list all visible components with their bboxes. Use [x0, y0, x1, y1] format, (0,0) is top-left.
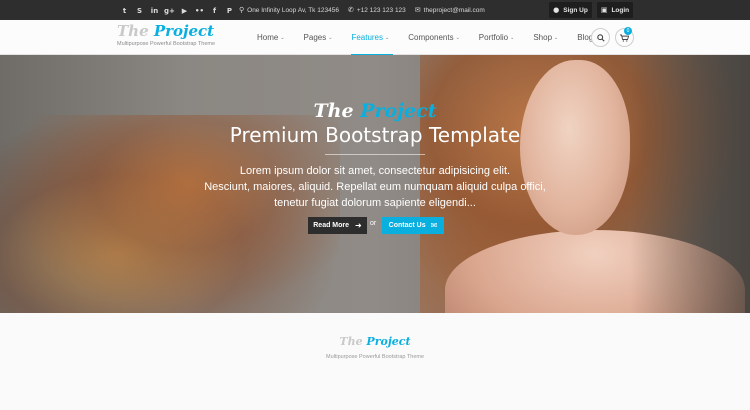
cart-count-badge: 0 — [624, 27, 632, 35]
user-icon: ● — [553, 6, 560, 14]
site-logo[interactable]: The Project — [117, 23, 214, 40]
contact-us-button[interactable]: Contact Us ✉ — [382, 217, 444, 234]
hero-brand-word-1: The — [313, 100, 354, 122]
chevron-down-icon: ⌄ — [510, 34, 515, 41]
top-bar: t S in g+ ▶ •• f P ⚲ One Infinity Loop A… — [0, 0, 750, 20]
main-nav: Home ⌄ Pages ⌄ Features ⌄ Components ⌄ Portf… — [257, 20, 618, 55]
footer-logo[interactable]: The Project — [0, 335, 750, 348]
social-links: t S in g+ ▶ •• f P — [118, 4, 236, 17]
read-more-label: Read More — [313, 222, 350, 229]
hero-text-line: tenetur fugiat dolorum sapiente eligendi… — [274, 197, 476, 209]
contact-us-label: Contact Us — [388, 222, 426, 229]
nav-item-home[interactable]: Home ⌄ — [257, 20, 285, 55]
nav-item-portfolio[interactable]: Portfolio ⌄ — [479, 20, 515, 55]
nav-label: Portfolio — [478, 33, 509, 42]
skype-icon[interactable]: S — [133, 4, 146, 17]
chevron-down-icon: ⌄ — [455, 34, 460, 41]
chevron-down-icon: ⌄ — [554, 34, 559, 41]
hero-text: Lorem ipsum dolor sit amet, consectetur … — [190, 163, 560, 211]
nav-label: Home — [257, 33, 279, 42]
phone-item: ✆ +12 123 123 123 — [348, 6, 406, 14]
nav-label: Pages — [303, 33, 327, 42]
address-item: ⚲ One Infinity Loop Av, Tk 123456 — [239, 6, 339, 14]
phone-icon: ✆ — [347, 6, 354, 14]
chevron-down-icon: ⌄ — [328, 34, 333, 41]
hero-text-line: Nesciunt, maiores, aliquid. Repellat eum… — [204, 181, 546, 193]
hero-brand: The Project — [0, 100, 750, 122]
hero-shade — [630, 55, 750, 313]
nav-item-pages[interactable]: Pages ⌄ — [304, 20, 333, 55]
sign-up-button[interactable]: ● Sign Up — [549, 2, 592, 18]
search-button[interactable] — [591, 28, 610, 47]
nav-item-components[interactable]: Components ⌄ — [408, 20, 460, 55]
sign-up-label: Sign Up — [563, 6, 588, 14]
youtube-icon[interactable]: ▶ — [178, 4, 191, 17]
footer-logo-word-1: The — [339, 335, 363, 348]
arrow-right-icon: ➜ — [355, 221, 362, 230]
envelope-icon: ✉ — [414, 6, 421, 14]
footer-tagline: Multipurpose Powerful Bootstrap Theme — [325, 354, 425, 360]
logo-word-1: The — [117, 22, 149, 40]
nav-label: Features — [351, 33, 384, 42]
googleplus-icon[interactable]: g+ — [163, 4, 176, 17]
nav-item-features[interactable]: Features ⌄ — [351, 20, 393, 55]
hero-slider: The Project Premium Bootstrap Template L… — [0, 55, 750, 313]
chevron-down-icon: ⌄ — [280, 34, 285, 41]
search-icon — [596, 33, 605, 42]
twitter-icon[interactable]: t — [118, 4, 131, 17]
pinterest-icon[interactable]: P — [223, 4, 236, 17]
email-text[interactable]: theproject@mail.com — [424, 7, 485, 14]
hero-title: Premium Bootstrap Template — [229, 123, 521, 147]
envelope-icon: ✉ — [430, 221, 438, 230]
read-more-button[interactable]: Read More ➜ — [308, 217, 367, 234]
contact-info: ⚲ One Infinity Loop Av, Tk 123456 ✆ +12 … — [239, 0, 494, 20]
flickr-icon[interactable]: •• — [193, 4, 206, 17]
nav-label: Components — [408, 33, 454, 42]
address-text: One Infinity Loop Av, Tk 123456 — [247, 6, 339, 14]
hero-brand-word-2: Project — [360, 100, 437, 122]
linkedin-icon[interactable]: in — [148, 4, 161, 17]
footer-logo-word-2: Project — [366, 335, 411, 348]
hero-text-line: Lorem ipsum dolor sit amet, consectetur … — [239, 165, 511, 177]
login-button[interactable]: ▣ Login — [597, 2, 633, 18]
map-marker-icon: ⚲ — [239, 6, 245, 14]
chevron-down-icon: ⌄ — [385, 34, 390, 41]
or-text: or — [370, 220, 377, 227]
site-tagline: Multipurpose Powerful Bootstrap Theme — [117, 41, 216, 47]
nav-item-shop[interactable]: Shop ⌄ — [533, 20, 558, 55]
hero-divider — [325, 154, 425, 155]
phone-text: +12 123 123 123 — [356, 6, 406, 14]
lock-icon: ▣ — [600, 6, 608, 14]
main-header: The Project Multipurpose Powerful Bootst… — [0, 20, 750, 55]
nav-label: Shop — [533, 33, 553, 42]
login-label: Login — [611, 6, 630, 14]
logo-word-2: Project — [153, 22, 215, 40]
facebook-icon[interactable]: f — [208, 4, 221, 17]
email-item: ✉ theproject@mail.com — [415, 6, 485, 14]
